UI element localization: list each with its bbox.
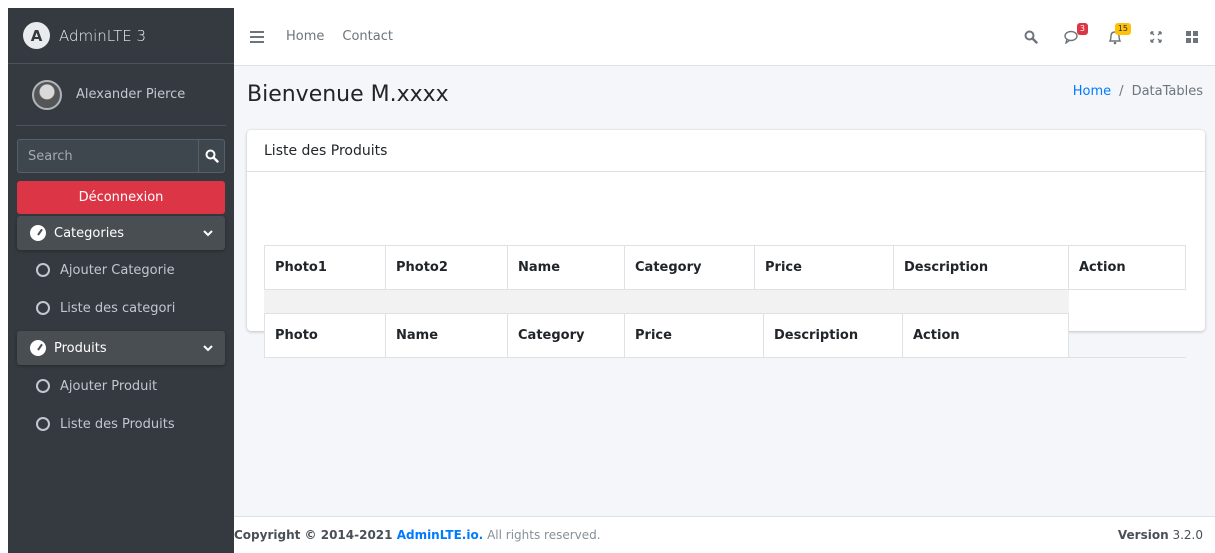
circle-icon (36, 263, 50, 277)
sidebar-item-ajouter-produit[interactable]: Ajouter Produit (17, 369, 225, 403)
circle-icon (36, 301, 50, 315)
table-header-name[interactable]: Name (507, 245, 625, 290)
user-name[interactable]: Alexander Pierce (76, 87, 185, 102)
breadcrumb: Home / DataTables (1073, 84, 1203, 99)
sidebar-item-label: Liste des Produits (60, 416, 175, 432)
circle-icon (36, 417, 50, 431)
sidebar-item-label: Ajouter Categorie (60, 262, 175, 278)
version-value: 3.2.0 (1168, 528, 1203, 542)
circle-icon (36, 379, 50, 393)
brand-text: AdminLTE 3 (59, 26, 147, 45)
footer-version: Version 3.2.0 (1118, 528, 1203, 542)
chevron-down-icon (203, 345, 213, 352)
chevron-down-icon (203, 230, 213, 237)
nav-link-contact[interactable]: Contact (342, 29, 393, 44)
table-footer-price: Price (624, 313, 764, 358)
top-strip (0, 0, 1215, 8)
messages-button[interactable]: 3 (1063, 23, 1088, 46)
breadcrumb-home-link[interactable]: Home (1073, 84, 1111, 99)
table-footer-category: Category (507, 313, 625, 358)
page-title: Bienvenue M.xxxx (247, 82, 449, 107)
table-header-description[interactable]: Description (893, 245, 1069, 290)
card-header: Liste des Produits (247, 130, 1205, 172)
grid-icon (1186, 31, 1198, 43)
app-shell: A AdminLTE 3 Alexander Pierce Déconnexio… (8, 8, 1215, 553)
main-footer: Copyright © 2014-2021 AdminLTE.io. All r… (234, 516, 1215, 553)
table-bottom-border (1068, 357, 1186, 358)
footer-brand-link[interactable]: AdminLTE.io. (397, 528, 484, 542)
sidebar-item-label: Liste des categori (60, 300, 176, 316)
sidebar-item-liste-produits[interactable]: Liste des Produits (17, 407, 225, 441)
sidebar-item-ajouter-categorie[interactable]: Ajouter Categorie (17, 253, 225, 287)
avatar (32, 79, 62, 110)
brand-link[interactable]: A AdminLTE 3 (8, 8, 234, 64)
search-icon (1024, 30, 1038, 44)
navbar-search-button[interactable] (1022, 28, 1040, 46)
table-footer-name: Name (385, 313, 508, 358)
sidebar-group-produits[interactable]: Produits (17, 331, 225, 365)
sidebar-item-liste-categories[interactable]: Liste des categori (17, 291, 225, 325)
search-icon (205, 149, 219, 163)
messages-badge: 3 (1076, 23, 1088, 35)
table-header-photo2[interactable]: Photo2 (385, 245, 508, 290)
search-button[interactable] (198, 139, 225, 173)
expand-arrows-icon (1150, 31, 1162, 43)
rights-text: All rights reserved. (483, 528, 601, 542)
main-sidebar: A AdminLTE 3 Alexander Pierce Déconnexio… (8, 8, 234, 553)
navbar-right: 3 15 (1013, 8, 1215, 66)
notifications-badge: 15 (1114, 23, 1131, 35)
main-header: Home Contact 3 15 (234, 8, 1215, 66)
search-input[interactable] (17, 139, 198, 173)
brand-logo-icon: A (23, 22, 50, 49)
user-panel[interactable]: Alexander Pierce (16, 64, 226, 126)
breadcrumb-separator: / (1119, 84, 1124, 99)
tachometer-icon (30, 225, 46, 241)
card-title: Liste des Produits (264, 142, 388, 159)
sidebar-group-categories[interactable]: Categories (17, 216, 225, 250)
logout-button[interactable]: Déconnexion (17, 181, 225, 214)
products-card: Liste des Produits Photo1 Photo2 Name Ca… (247, 130, 1205, 358)
sidebar-group-label: Produits (54, 340, 107, 356)
empty-table-row (264, 290, 1069, 314)
footer-copyright: Copyright © 2014-2021 AdminLTE.io. All r… (234, 528, 601, 542)
breadcrumb-current: DataTables (1131, 84, 1203, 99)
table-footer-action: Action (902, 313, 1069, 358)
sidebar-item-label: Ajouter Produit (60, 378, 158, 394)
sidebar-search (17, 139, 225, 173)
version-label: Version (1117, 528, 1169, 542)
table-header-category[interactable]: Category (624, 245, 755, 290)
control-sidebar-button[interactable] (1183, 28, 1201, 46)
copyright-text: Copyright © 2014-2021 (234, 528, 397, 542)
nav-link-home[interactable]: Home (286, 29, 324, 44)
sidebar-group-label: Categories (54, 225, 125, 241)
tachometer-icon (30, 340, 46, 356)
menu-toggle-icon[interactable] (250, 28, 264, 46)
table-header-price[interactable]: Price (754, 245, 894, 290)
table-header-photo1[interactable]: Photo1 (264, 245, 386, 290)
table-footer-photo: Photo (264, 313, 386, 358)
table-footer-description: Description (763, 313, 903, 358)
table-header-action[interactable]: Action (1068, 245, 1186, 290)
fullscreen-button[interactable] (1147, 28, 1165, 46)
brand-logo-letter: A (30, 26, 43, 45)
notifications-button[interactable]: 15 (1106, 23, 1131, 46)
